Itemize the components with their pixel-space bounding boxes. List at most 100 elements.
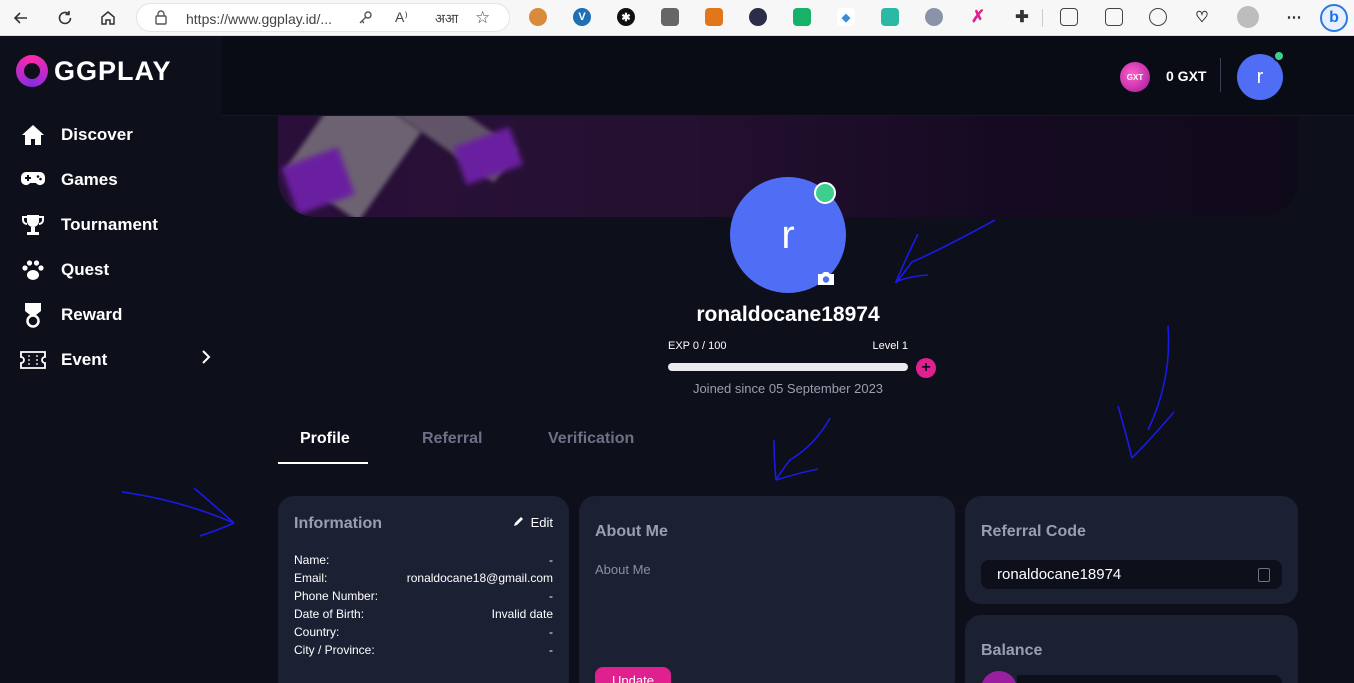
balance-title: Balance [981, 642, 1043, 659]
info-label: Phone Number: [294, 589, 379, 603]
info-row-country: Country: - [294, 625, 553, 643]
gxt-balance: 0 GXT [1166, 68, 1207, 84]
info-label: Country: [294, 625, 340, 639]
level-label: Level 1 [872, 340, 908, 352]
sidebar-item-event[interactable]: Event [20, 345, 215, 375]
tab-referral[interactable]: Referral [422, 430, 482, 448]
x-extension-icon[interactable]: ✗ [969, 7, 987, 26]
topbar: GXT 0 GXT r [222, 36, 1354, 116]
browser-essentials-icon[interactable]: ♡ [1193, 8, 1211, 26]
joined-date: Joined since 05 September 2023 [692, 381, 884, 396]
username: ronaldocane18974 [696, 303, 880, 326]
tab-profile[interactable]: Profile [300, 430, 350, 448]
app-container: GGPLAY Discover Games Tournament Quest R… [0, 36, 1354, 683]
split-screen-icon[interactable] [1060, 8, 1078, 26]
edit-button[interactable]: Edit [513, 515, 553, 530]
sidebar-item-label: Reward [61, 305, 123, 324]
translate-icon[interactable]: अआ [435, 9, 458, 27]
tab-active-underline [278, 462, 368, 464]
paw-icon [20, 257, 46, 283]
metamask-extension-icon[interactable] [705, 8, 723, 26]
about-me-card: About Me About Me Update [579, 496, 955, 683]
stack-extension-icon[interactable] [881, 8, 899, 26]
gamepad-icon [20, 167, 46, 193]
gxt-coin-icon: GX [981, 671, 1017, 683]
drop-extension-icon[interactable]: ◆ [837, 8, 855, 26]
bing-copilot-icon[interactable]: b [1320, 4, 1348, 32]
cookie-extension-icon[interactable] [529, 8, 547, 26]
tab-verification[interactable]: Verification [548, 430, 634, 448]
sidebar: GGPLAY Discover Games Tournament Quest R… [0, 36, 222, 683]
plus-icon[interactable]: + [916, 358, 936, 378]
logo[interactable]: GGPLAY [16, 55, 172, 87]
referral-code-box: ronaldocane18974 [981, 560, 1282, 589]
green-extension-icon[interactable] [793, 8, 811, 26]
online-indicator [1273, 50, 1285, 62]
referral-code-card: Referral Code ronaldocane18974 [965, 496, 1298, 604]
ggplay-logo-icon [16, 55, 48, 87]
info-value: - [549, 553, 553, 567]
update-button[interactable]: Update [595, 667, 671, 683]
sidebar-item-discover[interactable]: Discover [20, 120, 215, 150]
copy-icon[interactable] [1258, 568, 1270, 582]
edit-label: Edit [530, 515, 553, 530]
medal-icon [20, 302, 46, 328]
information-title: Information [294, 515, 382, 532]
about-me-title: About Me [595, 523, 668, 540]
trophy-icon [20, 212, 46, 238]
sidebar-item-label: Discover [61, 125, 133, 144]
info-value: ronaldocane18@gmail.com [406, 571, 553, 585]
home-icon [20, 122, 46, 148]
info-value: - [549, 625, 553, 639]
exp-progress-bar [668, 363, 908, 371]
back-icon[interactable] [10, 7, 32, 29]
wallet-extension-icon[interactable] [749, 8, 767, 26]
key-icon[interactable] [357, 10, 373, 31]
read-aloud-icon[interactable]: A⁾ [395, 9, 408, 26]
info-row-phone: Phone Number: - [294, 589, 553, 607]
ticket-icon [20, 347, 46, 373]
chevron-right-icon[interactable] [201, 350, 211, 369]
more-menu-icon[interactable]: ⋯ [1285, 8, 1303, 26]
info-row-email: Email: ronaldocane18@gmail.com [294, 571, 553, 589]
sidebar-item-reward[interactable]: Reward [20, 300, 215, 330]
info-label: City / Province: [294, 643, 375, 657]
logo-text: GGPLAY [54, 55, 172, 86]
referral-title: Referral Code [981, 523, 1086, 540]
info-row-birthdate: Date of Birth: Invalid date [294, 607, 553, 625]
sidebar-item-label: Games [61, 170, 118, 189]
crypto-extension-icon[interactable]: ✱ [617, 8, 635, 26]
sidebar-item-quest[interactable]: Quest [20, 255, 215, 285]
info-value: - [549, 589, 553, 603]
info-label: Date of Birth: [294, 607, 365, 621]
balance-card: Balance GX [965, 615, 1298, 683]
info-label: Name: [294, 553, 330, 567]
profile-tabs: Profile Referral Verification [278, 426, 678, 464]
browser-profile-icon[interactable] [1237, 6, 1259, 28]
url-text: https://www.ggplay.id/... [186, 11, 333, 27]
address-bar[interactable]: https://www.ggplay.id/... A⁾ अआ ☆ [136, 3, 510, 32]
sidebar-item-label: Event [61, 350, 108, 369]
online-indicator [814, 182, 836, 204]
gxt-coin-icon: GXT [1120, 62, 1150, 92]
sidebar-item-tournament[interactable]: Tournament [20, 210, 215, 240]
info-row-name: Name: - [294, 553, 553, 571]
history-icon[interactable] [1149, 8, 1167, 26]
camera-icon[interactable] [815, 270, 837, 287]
info-row-city: City / Province: - [294, 643, 553, 661]
info-label: Email: [294, 571, 328, 585]
home-browser-icon[interactable] [97, 7, 119, 29]
robot-extension-icon[interactable] [661, 8, 679, 26]
pencil-icon [513, 515, 525, 530]
info-value: Invalid date [491, 607, 553, 621]
v-extension-icon[interactable]: V [573, 8, 591, 26]
extensions-puzzle-icon[interactable]: ✚ [1013, 8, 1031, 26]
information-card: Information Edit Name: - Email: ronaldoc… [278, 496, 569, 683]
refresh-icon[interactable] [54, 7, 76, 29]
ghost-extension-icon[interactable] [925, 8, 943, 26]
sidebar-item-label: Quest [61, 260, 110, 279]
sidebar-item-games[interactable]: Games [20, 165, 215, 195]
about-me-textarea[interactable]: About Me [595, 562, 651, 577]
favorite-star-icon[interactable]: ☆ [475, 8, 490, 28]
collections-icon[interactable] [1105, 8, 1123, 26]
